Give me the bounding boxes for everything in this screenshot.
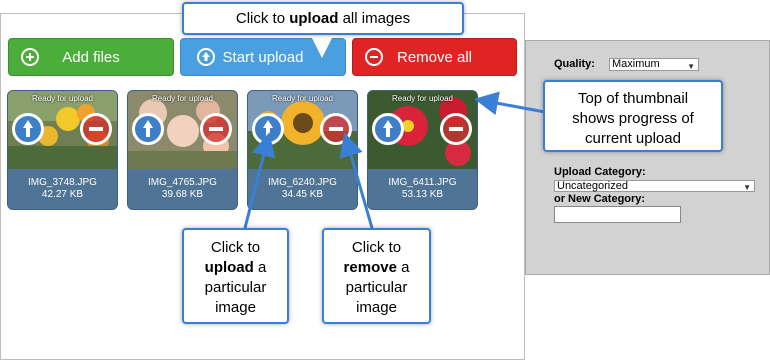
callout-upload-single: Click to upload a particular image xyxy=(182,228,289,324)
callout-upload-all: Click to upload all images xyxy=(182,2,464,35)
arrow-to-remove-icon xyxy=(339,132,374,229)
callout-remove-single: Click to remove a particular image xyxy=(322,228,431,324)
callout-thumbnail-progress: Top of thumbnail shows progress of curre… xyxy=(543,80,723,152)
arrow-to-thumbnail-top xyxy=(474,91,546,116)
arrow-to-upload-icon xyxy=(243,132,276,229)
